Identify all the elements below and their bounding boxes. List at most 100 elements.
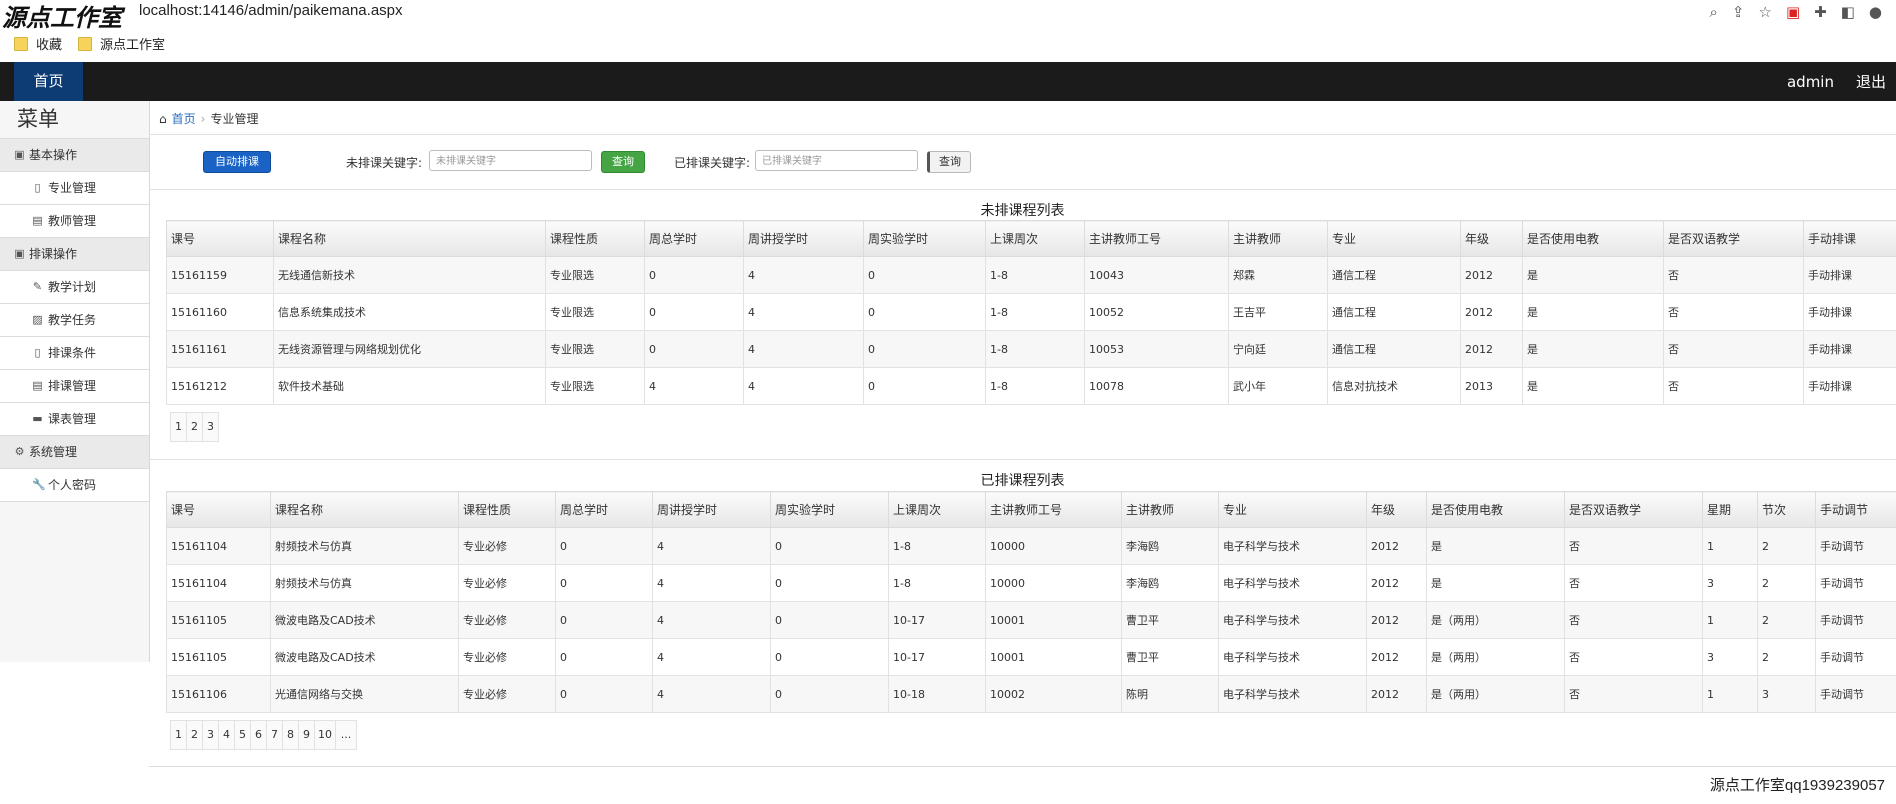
column-header: 年级 [1460, 220, 1523, 257]
column-header: 主讲教师 [1121, 491, 1219, 528]
table-cell: 无线资源管理与网络规划优化 [273, 330, 546, 368]
column-header: 专业 [1218, 491, 1367, 528]
share-icon[interactable]: ⇪ [1732, 3, 1745, 21]
table-cell: 15161212 [166, 367, 274, 405]
sidebar-group[interactable]: ⚙ 系统管理 [0, 436, 149, 469]
table-cell: 电子科学与技术 [1218, 564, 1367, 602]
page-link[interactable]: 8 [283, 721, 299, 749]
profile-icon[interactable]: ● [1869, 3, 1882, 21]
sidebar-item-label: 个人密码 [48, 478, 97, 492]
sidebar-item[interactable]: ▬ 课表管理 [0, 403, 149, 436]
unarranged-keyword-input[interactable]: 未排课关键字 [429, 150, 592, 171]
table-cell: 4 [644, 367, 744, 405]
page-link[interactable]: 10 [315, 721, 336, 749]
sidebar-item[interactable]: ✎ 教学计划 [0, 271, 149, 304]
page-link[interactable]: 1 [171, 413, 187, 441]
column-header: 手动排课 [1803, 220, 1896, 257]
sidebar-toggle-icon[interactable]: ◧ [1841, 3, 1855, 21]
divider [149, 766, 1896, 767]
table-cell: 2012 [1366, 527, 1427, 565]
page-link[interactable]: 3 [203, 413, 218, 441]
table-cell: 1 [1702, 675, 1758, 713]
bookmark-favorites[interactable]: 收藏 [14, 34, 62, 53]
column-header: 手动调节 [1815, 491, 1896, 528]
table-cell: 专业必修 [458, 527, 556, 565]
table-cell: 曹卫平 [1121, 601, 1219, 639]
table-row: 15161104 射频技术与仿真 专业必修 0 4 0 1-8 10000 李海鸥 电子科学与技术… [166, 564, 1896, 602]
table-cell: 2012 [1366, 564, 1427, 602]
table-cell: 是 [1522, 293, 1664, 331]
page-link[interactable]: 1 [171, 721, 187, 749]
table-cell: 专业必修 [458, 601, 556, 639]
username-link[interactable]: admin [1787, 73, 1834, 91]
page-link[interactable]: 9 [299, 721, 315, 749]
arranged-query-button[interactable]: 查询 [927, 151, 971, 173]
sidebar-item[interactable]: ▯ 排课条件 [0, 337, 149, 370]
logout-link[interactable]: 退出 [1856, 71, 1886, 92]
menu-item-icon: ▨ [32, 313, 43, 326]
arranged-keyword-input[interactable]: 已排课关键字 [755, 150, 918, 171]
row-action-link[interactable]: 手动排课 [1803, 367, 1896, 405]
row-action-link[interactable]: 手动排课 [1803, 330, 1896, 368]
sidebar-item[interactable]: ▤ 排课管理 [0, 370, 149, 403]
sidebar-item[interactable]: ▨ 教学任务 [0, 304, 149, 337]
table-cell: 0 [555, 601, 653, 639]
sidebar-group[interactable]: ▣ 排课操作 [0, 238, 149, 271]
menu-item-icon: ▬ [32, 412, 43, 425]
table-cell: 0 [555, 638, 653, 676]
folder-icon [14, 36, 28, 51]
table-cell: 10000 [985, 527, 1122, 565]
table-cell: 0 [555, 675, 653, 713]
menu-item-icon: ▤ [32, 214, 43, 227]
row-action-link[interactable]: 手动调节 [1815, 527, 1896, 565]
page-link[interactable]: 2 [187, 413, 203, 441]
table-cell: 射频技术与仿真 [270, 564, 459, 602]
row-action-link[interactable]: 手动调节 [1815, 564, 1896, 602]
page-link[interactable]: 3 [203, 721, 219, 749]
url-field[interactable]: localhost:14146/admin/paikemana.aspx [139, 2, 403, 19]
auto-schedule-button[interactable]: 自动排课 [203, 151, 271, 173]
table-cell: 2012 [1460, 330, 1523, 368]
row-action-link[interactable]: 手动调节 [1815, 638, 1896, 676]
page-link[interactable]: ... [336, 721, 356, 749]
table-cell: 光通信网络与交换 [270, 675, 459, 713]
page-link[interactable]: 2 [187, 721, 203, 749]
sidebar-item[interactable]: ▤ 教师管理 [0, 205, 149, 238]
unarranged-query-button[interactable]: 查询 [601, 151, 645, 173]
puzzle-icon[interactable]: ✚ [1814, 3, 1827, 21]
table-cell: 2 [1757, 638, 1816, 676]
sidebar-group[interactable]: ▣ 基本操作 [0, 139, 149, 172]
table-cell: 否 [1564, 564, 1703, 602]
page-link[interactable]: 5 [235, 721, 251, 749]
page-link[interactable]: 4 [219, 721, 235, 749]
sidebar-item[interactable]: ▯ 专业管理 [0, 172, 149, 205]
page-link[interactable]: 7 [267, 721, 283, 749]
table-cell: 2012 [1366, 675, 1427, 713]
bookmark-studio[interactable]: 源点工作室 [78, 34, 165, 53]
page-link[interactable]: 6 [251, 721, 267, 749]
table-cell: 10-17 [888, 638, 986, 676]
table-cell: 武小年 [1228, 367, 1328, 405]
nav-home-tab[interactable]: 首页 [14, 62, 83, 101]
row-action-link[interactable]: 手动排课 [1803, 256, 1896, 294]
table-cell: 否 [1663, 367, 1804, 405]
table-cell: 1 [1702, 527, 1758, 565]
sidebar-item[interactable]: 🔧 个人密码 [0, 469, 149, 502]
table-cell: 专业限选 [545, 293, 645, 331]
table-cell: 信息对抗技术 [1327, 367, 1461, 405]
table-cell: 2012 [1366, 638, 1427, 676]
table-row: 15161104 射频技术与仿真 专业必修 0 4 0 1-8 10000 李海鸥 电子科学与技术… [166, 527, 1896, 565]
table-cell: 否 [1564, 675, 1703, 713]
table-cell: 郑霖 [1228, 256, 1328, 294]
table-cell: 4 [652, 675, 771, 713]
table-cell: 1 [1702, 601, 1758, 639]
extension-badge-icon[interactable]: ▣ [1786, 3, 1800, 21]
column-header: 主讲教师工号 [1084, 220, 1229, 257]
star-icon[interactable]: ☆ [1759, 3, 1772, 21]
table-cell: 1-8 [888, 564, 986, 602]
row-action-link[interactable]: 手动调节 [1815, 601, 1896, 639]
zoom-icon[interactable]: ⌕ [1710, 3, 1718, 21]
row-action-link[interactable]: 手动调节 [1815, 675, 1896, 713]
breadcrumb-home[interactable]: 首页 [172, 110, 196, 127]
row-action-link[interactable]: 手动排课 [1803, 293, 1896, 331]
